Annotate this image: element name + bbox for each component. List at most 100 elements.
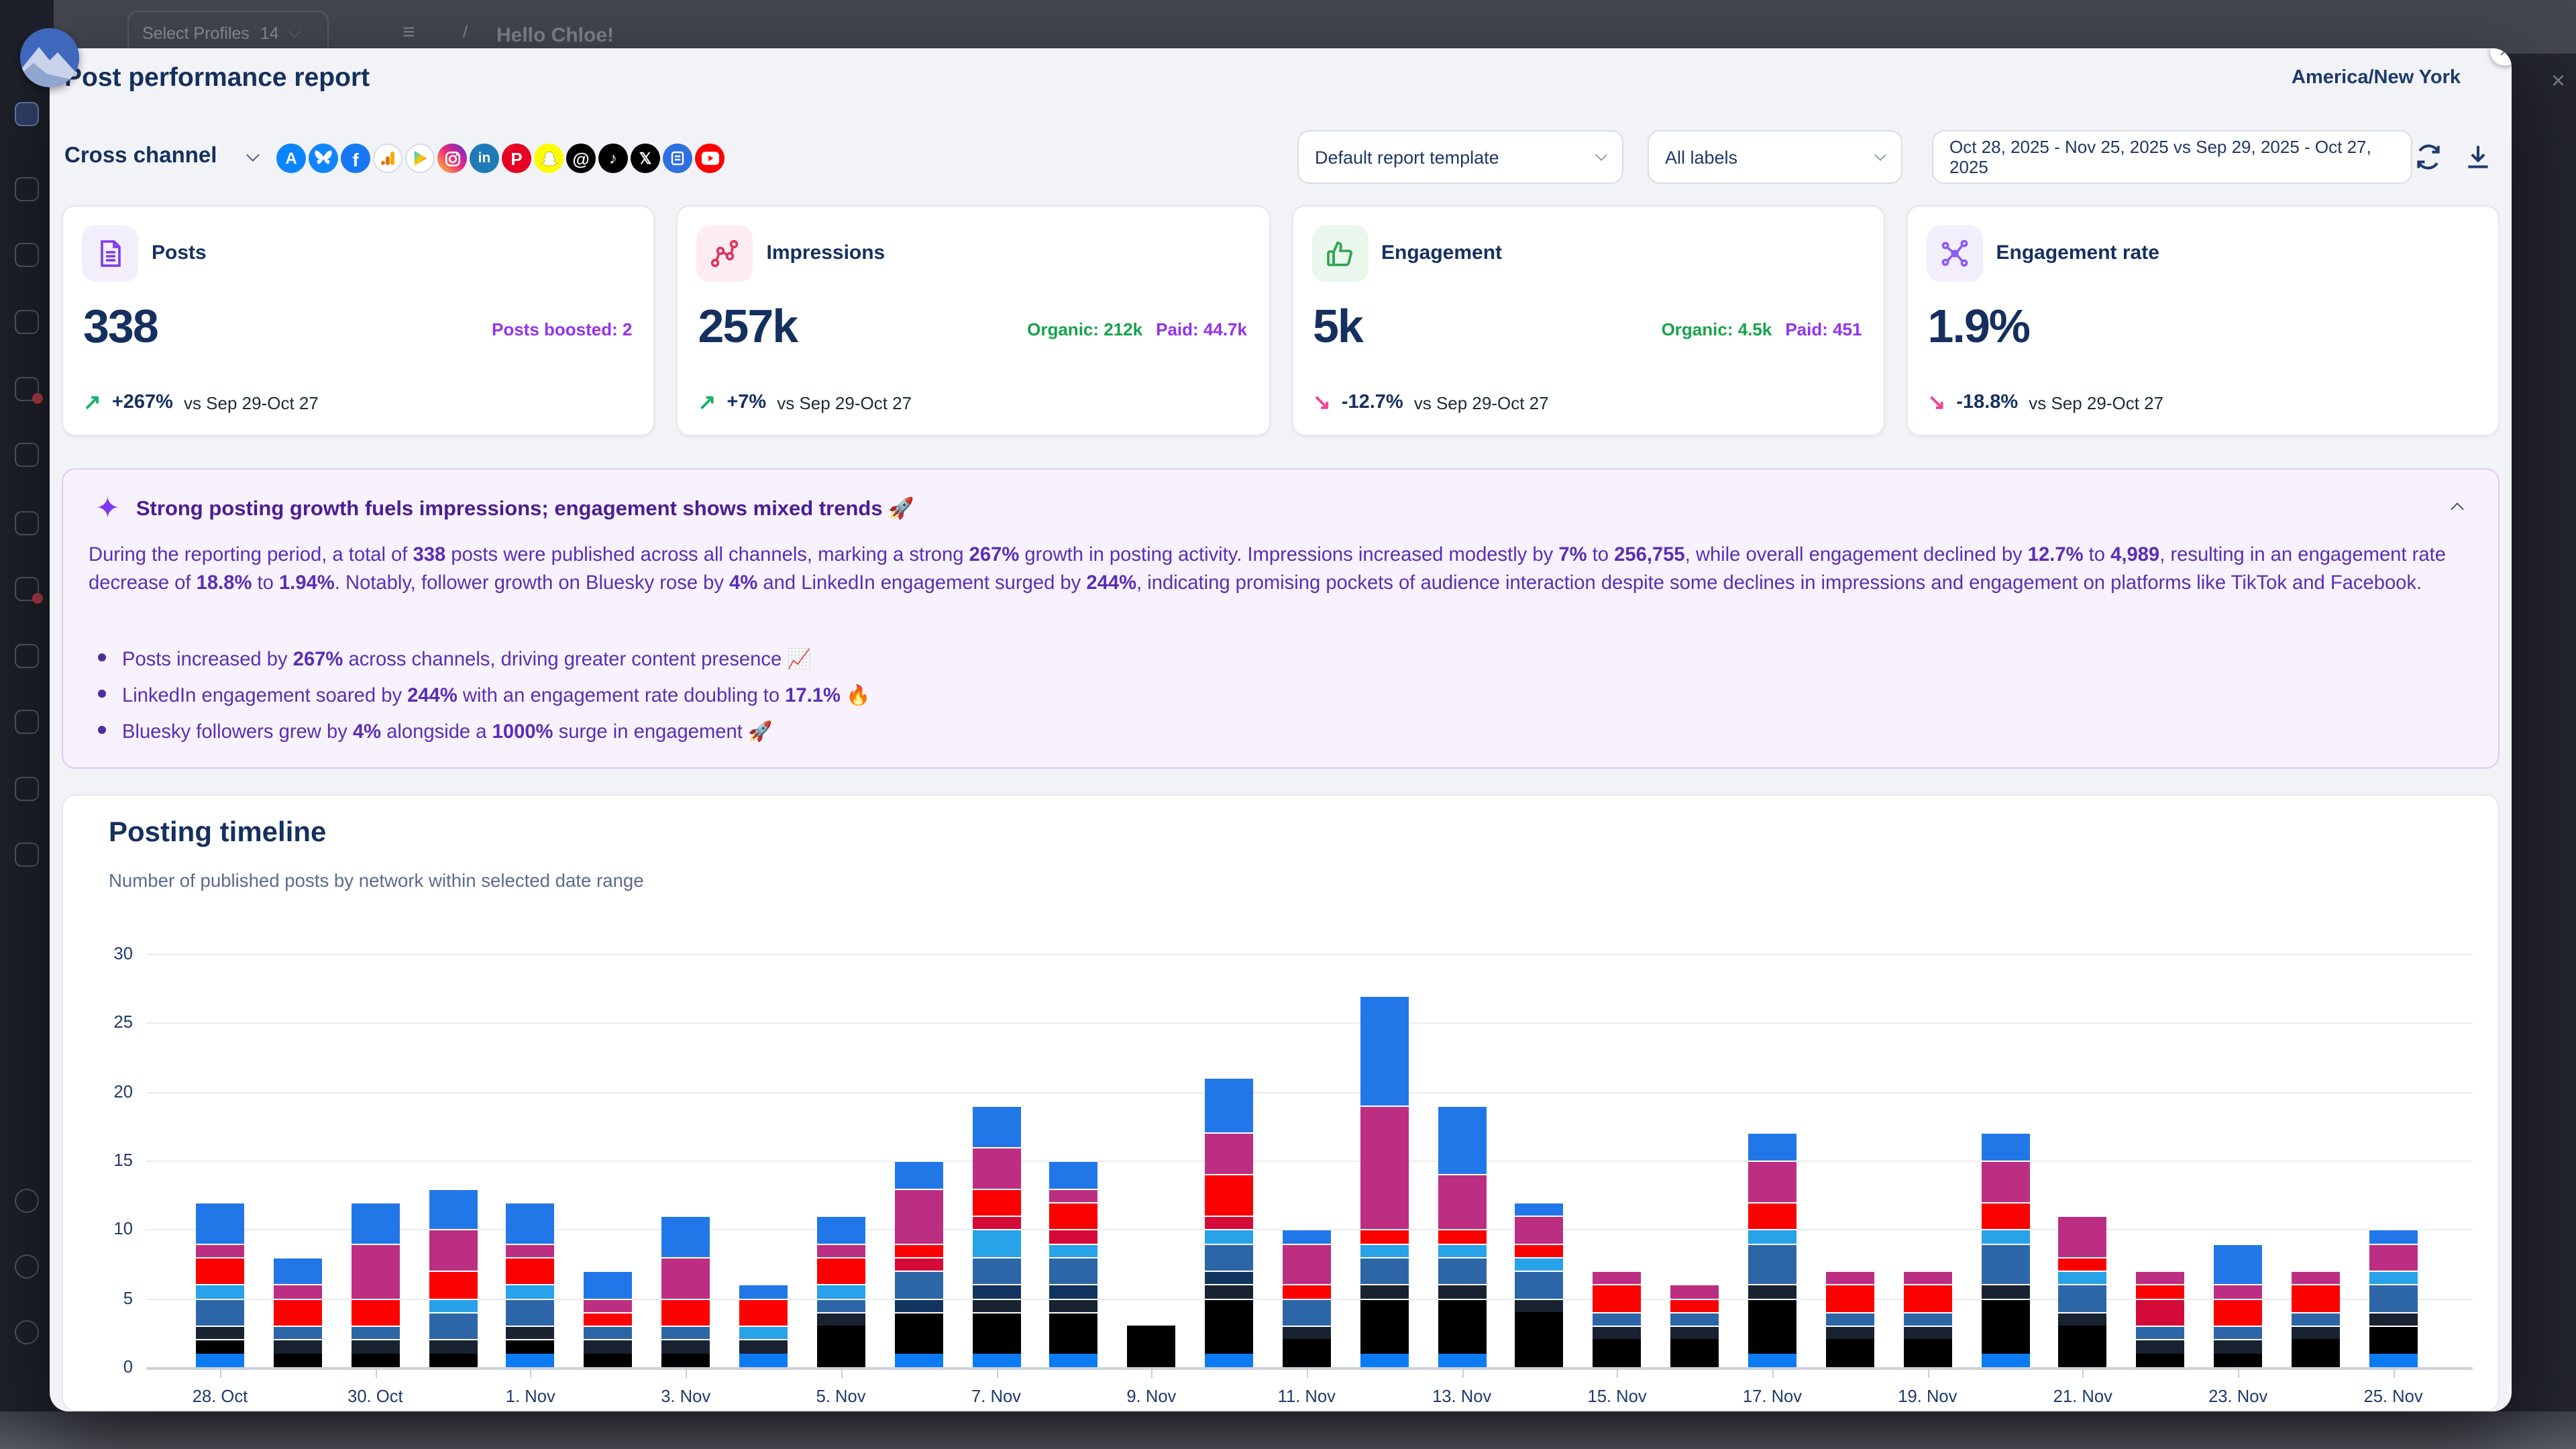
channel-selector[interactable]: Cross channel [64,144,217,169]
chevron-down-icon[interactable] [246,148,260,162]
refresh-button[interactable] [2414,142,2443,172]
segment-network-magenta [1593,1271,1642,1285]
x-axis-tick [1307,1367,1308,1378]
segment-network-charcoal [817,1312,865,1326]
bar-20-nov[interactable] [1981,1133,2029,1367]
bar-28-oct[interactable] [196,1202,244,1367]
close-button[interactable]: × [2490,48,2512,66]
y-axis-tick-label: 30 [66,943,133,963]
linkedin-icon[interactable]: in [470,144,499,173]
hamburger-icon[interactable]: ≡ [402,21,415,46]
segment-network-charcoal [2369,1312,2418,1326]
x-axis-label: 25. Nov [2333,1386,2454,1406]
youtube-icon[interactable] [695,144,724,173]
segment-network-charcoal [1981,1285,2029,1299]
bar-22-nov[interactable] [2137,1271,2185,1367]
metric-title: Impressions [767,241,885,264]
bar-5-nov[interactable] [817,1216,865,1367]
bar-12-nov[interactable] [1360,996,1409,1367]
stacked-bar-chart[interactable]: 05101520253028. Oct30. Oct1. Nov3. Nov5.… [63,796,2501,1411]
bar-30-oct[interactable] [351,1202,399,1367]
sidebar-item-labs[interactable] [15,443,39,467]
google-play-icon[interactable] [405,144,435,173]
tiktok-icon[interactable]: ♪ [598,144,628,173]
x-icon[interactable]: 𝕏 [631,144,660,173]
bar-9-nov[interactable] [1127,1326,1175,1367]
segment-network-magenta [1826,1271,1874,1285]
bar-16-nov[interactable] [1670,1285,1719,1367]
sidebar-item-comments[interactable] [15,377,39,401]
sidebar-item-publish[interactable] [15,177,39,201]
download-button[interactable] [2463,142,2493,172]
segment-network-sky-blue [2369,1271,2418,1285]
sidebar-item-calendar[interactable] [15,243,39,267]
x-axis-label: 23. Nov [2178,1386,2298,1406]
app-store-icon[interactable]: A [276,144,306,173]
facebook-icon[interactable]: f [341,144,370,173]
bar-3-nov[interactable] [661,1216,710,1367]
metric-value: 5k [1313,301,1362,354]
bar-21-nov[interactable] [2059,1216,2107,1367]
bar-10-nov[interactable] [1205,1078,1253,1367]
bar-14-nov[interactable] [1515,1202,1564,1367]
google-analytics-icon[interactable] [373,144,402,173]
bar-7-nov[interactable] [972,1106,1020,1367]
date-range-picker[interactable]: Oct 28, 2025 - Nov 25, 2025 vs Sep 29, 2… [1932,130,2412,184]
app-logo-avatar[interactable] [20,28,79,87]
segment-network-bright-blue [1438,1353,1486,1367]
bar-1-nov[interactable] [506,1202,555,1367]
segment-network-steel-blue [972,1257,1020,1285]
backdrop-close-icon[interactable]: × [2551,67,2565,95]
segment-network-magenta [661,1257,710,1299]
metric-card-impressions: Impressions257kOrganic: 212kPaid: 44.7k↗… [677,205,1271,436]
bar-11-nov[interactable] [1283,1230,1331,1367]
bar-6-nov[interactable] [894,1161,943,1367]
instagram-icon[interactable] [437,144,467,173]
bar-2-nov[interactable] [584,1271,633,1367]
metric-side-stats: Organic: 212kPaid: 44.7k [1027,319,1247,339]
sidebar-item-company[interactable] [15,777,39,801]
sidebar-item-help[interactable] [15,1320,39,1344]
bar-17-nov[interactable] [1748,1133,1796,1367]
segment-network-magenta [584,1298,633,1312]
sidebar-item-campaigns[interactable] [15,843,39,867]
engagement-icon [1311,225,1368,282]
segment-network-red [196,1257,244,1285]
bar-4-nov[interactable] [739,1285,788,1367]
bar-23-nov[interactable] [2214,1243,2262,1367]
segment-network-charcoal [2059,1312,2107,1326]
segment-network-crimson [894,1257,943,1271]
sidebar-item-notifications[interactable] [15,1254,39,1279]
threads-icon[interactable]: @ [566,144,596,173]
bar-31-oct[interactable] [429,1188,477,1367]
report-template-select[interactable]: Default report template [1297,130,1623,184]
collapse-button[interactable] [2453,496,2469,513]
bar-19-nov[interactable] [1903,1271,1951,1367]
sidebar-item-home[interactable] [15,102,39,126]
segment-network-magenta [351,1243,399,1298]
snapchat-icon[interactable] [534,144,564,173]
bluesky-icon[interactable] [309,144,338,173]
bar-13-nov[interactable] [1438,1106,1486,1367]
sidebar-item-tasks[interactable] [15,644,39,668]
segment-network-royal-blue [894,1161,943,1188]
sidebar-item-billing[interactable] [15,710,39,734]
labels-filter-select[interactable]: All labels [1648,130,1902,184]
google-business-icon[interactable] [663,144,692,173]
bar-24-nov[interactable] [2292,1271,2340,1367]
pinterest-icon[interactable]: P [502,144,531,173]
sidebar-item-favorites[interactable] [15,577,39,601]
sidebar-item-add[interactable] [15,1189,39,1213]
sparkle-icon: ✦ [95,494,120,523]
bar-18-nov[interactable] [1826,1271,1874,1367]
sidebar-item-media[interactable] [15,310,39,334]
segment-network-steel-blue [1360,1257,1409,1285]
segment-network-steel-blue [894,1271,943,1298]
x-axis-tick [220,1367,221,1378]
trend-down-icon: ↘ [1928,389,1946,416]
sidebar-item-analytics[interactable] [15,511,39,535]
bar-25-nov[interactable] [2369,1230,2418,1367]
bar-29-oct[interactable] [274,1257,322,1367]
bar-8-nov[interactable] [1050,1161,1098,1367]
bar-15-nov[interactable] [1593,1271,1642,1367]
